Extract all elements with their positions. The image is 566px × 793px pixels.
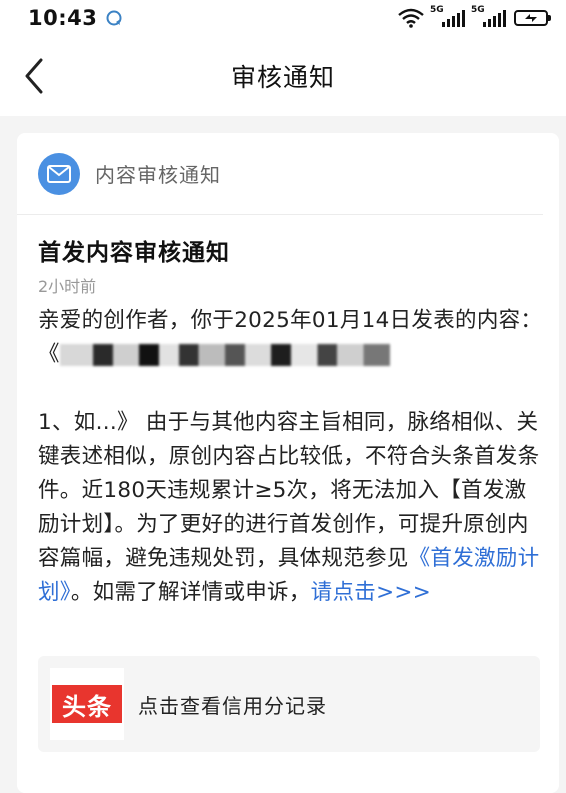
back-button[interactable]	[14, 54, 54, 98]
wifi-icon	[398, 8, 424, 28]
signal-icon-2: 5G	[471, 5, 506, 27]
status-time: 10:43	[28, 6, 98, 30]
message-title: 首发内容审核通知	[38, 240, 230, 266]
card-header: 内容审核通知	[17, 133, 543, 215]
body-tail: 。如需了解详情或申诉，	[70, 580, 311, 605]
signal-icon: 5G	[430, 5, 465, 27]
credit-record-label: 点击查看信用分记录	[138, 693, 327, 718]
chevron-left-icon	[25, 58, 43, 94]
page-title: 审核通知	[230, 63, 335, 92]
chat-bubble-icon	[106, 10, 122, 26]
logo-text: 头条	[52, 685, 122, 723]
battery-charging-icon	[514, 10, 551, 26]
redacted-title	[59, 344, 390, 366]
mail-icon	[38, 152, 80, 195]
credit-record-button[interactable]: 头条 点击查看信用分记录	[38, 656, 540, 752]
card-header-label: 内容审核通知	[95, 163, 221, 187]
network-type-label-2: 5G	[471, 5, 485, 15]
status-icons: 5G 5G	[398, 5, 551, 28]
nav-bar: 审核通知	[0, 36, 566, 116]
notification-card: 内容审核通知 首发内容审核通知 2小时前 亲爱的创作者，你于2025年01月14…	[17, 133, 559, 793]
toutiao-logo: 头条	[50, 668, 124, 740]
message-time: 2小时前	[38, 277, 97, 296]
network-type-label: 5G	[430, 5, 444, 15]
appeal-link[interactable]: 请点击>>>	[311, 580, 431, 605]
message-body: 亲爱的创作者，你于2025年01月14日发表的内容：《 1、如...》 由于与其…	[38, 304, 548, 610]
status-bar: 10:43 5G 5G	[0, 0, 566, 36]
